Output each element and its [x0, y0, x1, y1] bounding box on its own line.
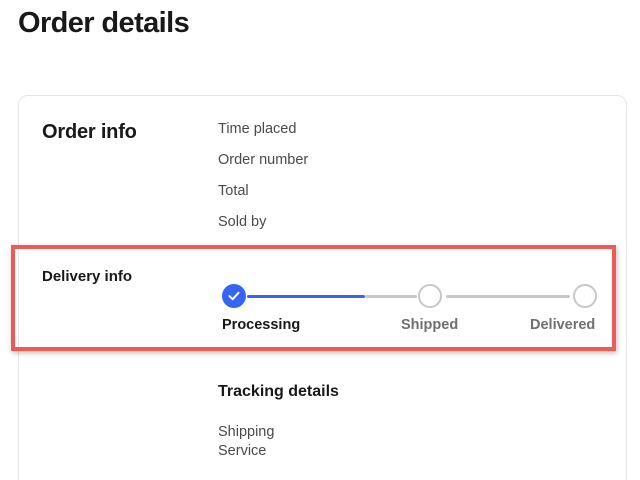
- tracking-details-title: Tracking details: [218, 383, 339, 400]
- page-title: Order details: [18, 7, 190, 39]
- shipping-label: Shipping: [218, 424, 275, 440]
- order-info-title: Order info: [42, 121, 137, 143]
- delivery-info-title: Delivery info: [42, 268, 133, 285]
- time-placed-label: Time placed: [218, 121, 297, 137]
- total-label: Total: [218, 183, 249, 199]
- order-number-label: Order number: [218, 152, 309, 168]
- order-details-page: Order details Order info Time placed Ord…: [0, 0, 640, 480]
- sold-by-label: Sold by: [218, 214, 267, 230]
- service-label: Service: [218, 443, 267, 459]
- delivery-info-highlight: [11, 245, 616, 351]
